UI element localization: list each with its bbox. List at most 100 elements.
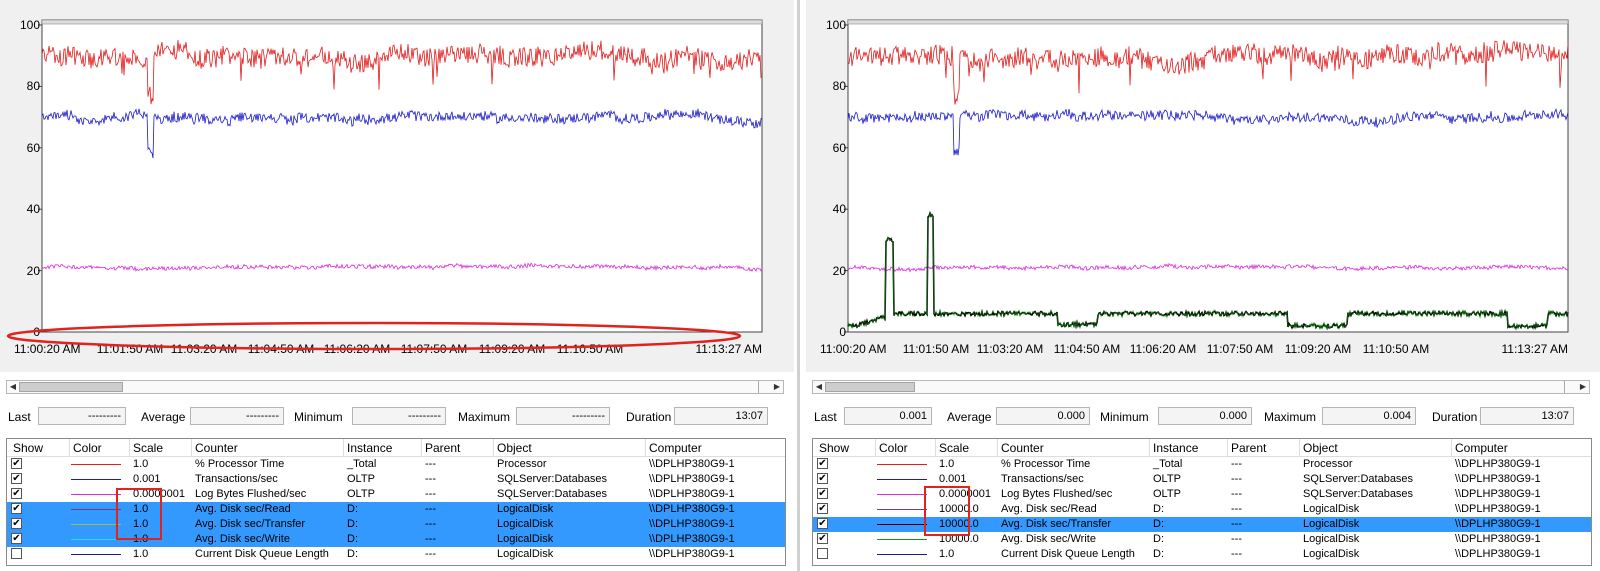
cell-instance: D: <box>1153 548 1164 560</box>
column-header[interactable]: Computer <box>1455 441 1508 455</box>
show-checkbox[interactable]: ✔ <box>817 533 828 544</box>
show-checkbox[interactable]: ✔ <box>11 458 22 469</box>
timeline-scrollbar[interactable]: ◀ ▶ <box>812 380 1590 394</box>
cell-instance: D: <box>1153 503 1164 515</box>
cell-instance: D: <box>347 518 358 530</box>
color-swatch <box>877 479 927 480</box>
column-header[interactable]: Computer <box>649 441 702 455</box>
column-header[interactable]: Parent <box>425 441 460 455</box>
cell-computer: \\DPLHP380G9-1 <box>649 548 735 560</box>
column-header[interactable]: Scale <box>939 441 969 455</box>
cell-counter: Avg. Disk sec/Transfer <box>195 518 306 530</box>
column-header[interactable]: Counter <box>195 441 238 455</box>
column-header[interactable]: Counter <box>1001 441 1044 455</box>
show-checkbox[interactable] <box>11 548 22 559</box>
cell-parent: --- <box>1231 473 1242 485</box>
y-tick-label: 100 <box>19 18 40 32</box>
cell-object: LogicalDisk <box>1303 503 1360 515</box>
x-tick-label: 11:10:50 AM <box>556 342 624 356</box>
y-tick-label: 60 <box>832 140 846 155</box>
column-header[interactable]: Instance <box>1153 441 1198 455</box>
show-checkbox[interactable]: ✔ <box>11 488 22 499</box>
show-checkbox[interactable]: ✔ <box>11 533 22 544</box>
table-row[interactable]: ✔ 0.001 Transactions/sec OLTP --- SQLServer:D… <box>813 472 1591 487</box>
stat-maximum-value: 0.004 <box>1322 407 1416 425</box>
cell-object: Processor <box>497 458 547 470</box>
cell-counter: Log Bytes Flushed/sec <box>195 488 307 500</box>
cell-object: LogicalDisk <box>1303 518 1360 530</box>
table-row[interactable]: 1.0 Current Disk Queue Length D: --- Logical… <box>7 547 785 562</box>
show-checkbox[interactable]: ✔ <box>817 473 828 484</box>
cell-computer: \\DPLHP380G9-1 <box>1455 473 1541 485</box>
show-checkbox[interactable]: ✔ <box>11 473 22 484</box>
cell-counter: Avg. Disk sec/Read <box>195 503 291 515</box>
show-checkbox[interactable]: ✔ <box>817 518 828 529</box>
x-tick-label: 11:04:50 AM <box>247 342 315 356</box>
show-checkbox[interactable]: ✔ <box>817 488 828 499</box>
show-checkbox[interactable]: ✔ <box>817 503 828 514</box>
show-checkbox[interactable] <box>817 548 828 559</box>
cell-parent: --- <box>425 488 436 500</box>
stat-duration-label: Duration <box>1432 410 1478 424</box>
scroll-thumb[interactable] <box>19 382 123 392</box>
cell-computer: \\DPLHP380G9-1 <box>1455 533 1541 545</box>
cell-instance: OLTP <box>1153 473 1181 485</box>
column-header[interactable]: Show <box>819 441 849 455</box>
scroll-right-arrow-icon[interactable]: ▶ <box>771 381 783 393</box>
cell-computer: \\DPLHP380G9-1 <box>649 533 735 545</box>
cell-instance: D: <box>347 503 358 515</box>
column-separator <box>1451 439 1452 456</box>
column-header[interactable]: Color <box>73 441 102 455</box>
table-row[interactable]: ✔ 1.0 % Processor Time _Total --- Processor \\… <box>7 457 785 472</box>
x-tick-label: 11:01:50 AM <box>96 342 164 356</box>
cell-object: LogicalDisk <box>1303 533 1360 545</box>
color-swatch <box>877 554 927 555</box>
show-checkbox[interactable]: ✔ <box>11 518 22 529</box>
scroll-left-arrow-icon[interactable]: ◀ <box>813 381 825 393</box>
x-tick-label: 11:06:20 AM <box>1129 342 1197 356</box>
timeline-scrollbar[interactable]: ◀ ▶ <box>6 380 784 394</box>
scroll-right-end-icon[interactable] <box>1564 381 1577 393</box>
cell-counter: Current Disk Queue Length <box>1001 548 1135 560</box>
column-header[interactable]: Instance <box>347 441 392 455</box>
column-separator <box>69 439 70 456</box>
scroll-right-end-icon[interactable] <box>758 381 771 393</box>
table-row[interactable]: ✔ 1.0 % Processor Time _Total --- Processor \\… <box>813 457 1591 472</box>
cell-counter: Current Disk Queue Length <box>195 548 329 560</box>
cell-computer: \\DPLHP380G9-1 <box>649 503 735 515</box>
y-tick-label: 80 <box>26 79 40 94</box>
cell-instance: OLTP <box>347 473 375 485</box>
column-header[interactable]: Scale <box>133 441 163 455</box>
scroll-left-arrow-icon[interactable]: ◀ <box>7 381 19 393</box>
cell-object: LogicalDisk <box>1303 548 1360 560</box>
show-checkbox[interactable]: ✔ <box>817 458 828 469</box>
show-checkbox[interactable]: ✔ <box>11 503 22 514</box>
line-chart <box>38 19 763 333</box>
red-box-annotation <box>116 488 162 540</box>
cell-computer: \\DPLHP380G9-1 <box>1455 488 1541 500</box>
column-header[interactable]: Object <box>1303 441 1338 455</box>
x-tick-label: 11:10:50 AM <box>1362 342 1430 356</box>
table-row[interactable]: 1.0 Current Disk Queue Length D: --- Logical… <box>813 547 1591 562</box>
cell-counter: Avg. Disk sec/Read <box>1001 503 1097 515</box>
color-swatch <box>71 509 121 510</box>
cell-computer: \\DPLHP380G9-1 <box>649 458 735 470</box>
column-header[interactable]: Object <box>497 441 532 455</box>
statistics-bar: Last --------- Average --------- Minimum ----… <box>0 407 794 427</box>
column-header[interactable]: Color <box>879 441 908 455</box>
color-swatch <box>877 464 927 465</box>
column-separator <box>875 439 876 456</box>
table-row[interactable]: ✔ 0.001 Transactions/sec OLTP --- SQLServer:D… <box>7 472 785 487</box>
column-header[interactable]: Parent <box>1231 441 1266 455</box>
table-header: Show Color Scale Counter Instance Parent Objec… <box>813 439 1591 457</box>
cell-instance: _Total <box>1153 458 1183 470</box>
stat-average-label: Average <box>141 410 186 424</box>
stat-duration-value: 13:07 <box>1480 407 1574 425</box>
cell-parent: --- <box>1231 488 1242 500</box>
scroll-right-arrow-icon[interactable]: ▶ <box>1577 381 1589 393</box>
y-tick-label: 20 <box>832 263 846 278</box>
stat-duration-label: Duration <box>626 410 672 424</box>
column-header[interactable]: Show <box>13 441 43 455</box>
scroll-thumb[interactable] <box>825 382 915 392</box>
cell-instance: D: <box>1153 518 1164 530</box>
